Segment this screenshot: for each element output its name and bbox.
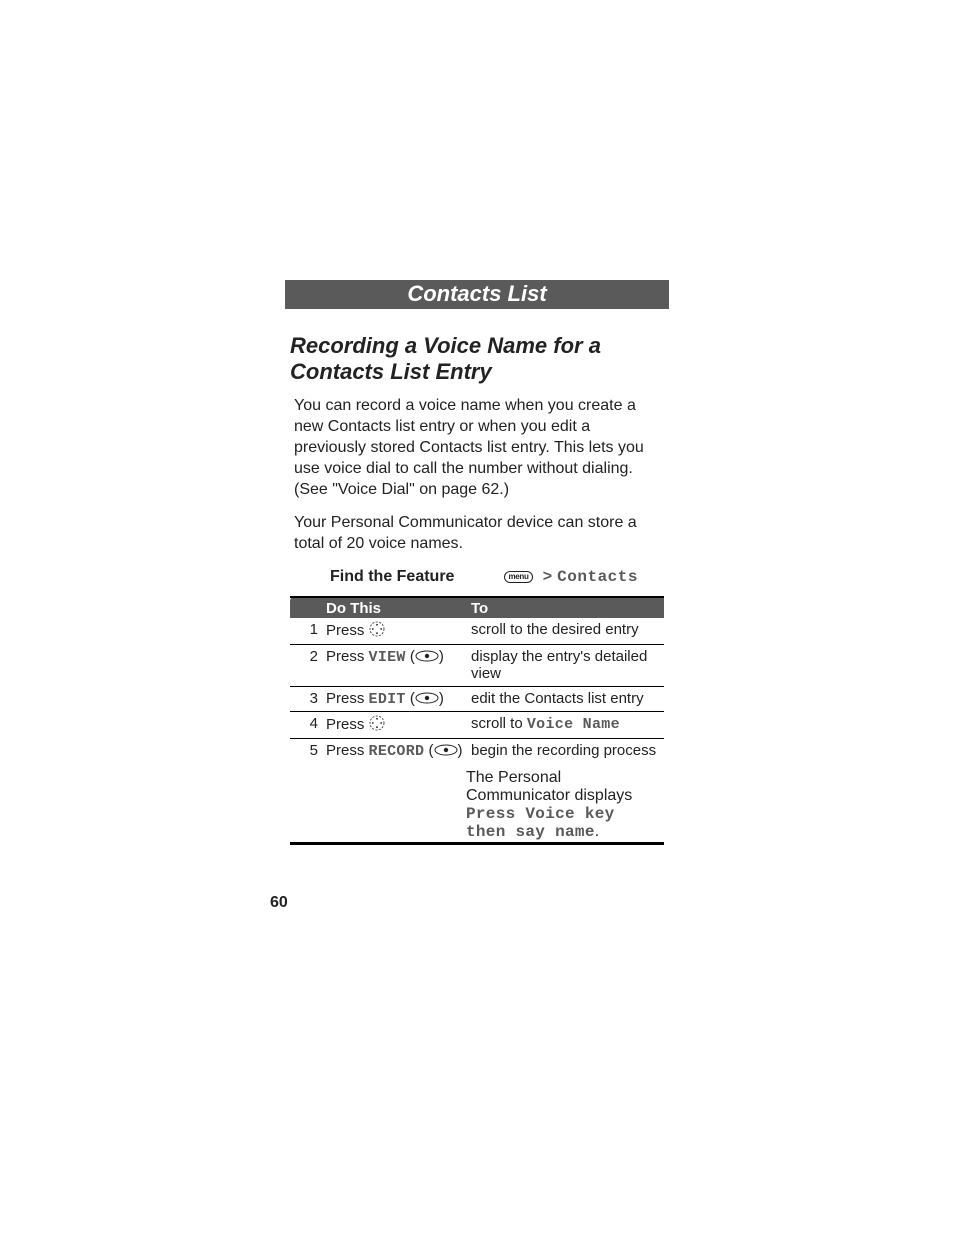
step-do: Press — [320, 618, 465, 645]
page-number: 60 — [270, 894, 288, 912]
manual-page: Contacts List Recording a Voice Name for… — [0, 0, 954, 1235]
step-to: scroll to the desired entry — [465, 618, 664, 645]
softkey-icon — [415, 691, 439, 708]
step-number: 1 — [290, 618, 320, 645]
scroll-icon — [369, 621, 385, 641]
step-do: Press RECORD ( ) — [320, 739, 465, 764]
table-row: 2 Press VIEW ( ) display the entry's det… — [290, 645, 664, 687]
step-to: display the entry's detailed view — [465, 645, 664, 687]
step-to-extra: The Personal Communicator displays Press… — [465, 763, 664, 844]
steps-table: Do This To 1 Press scroll to the desired… — [290, 596, 664, 845]
softkey-icon — [415, 649, 439, 666]
table-row: 3 Press EDIT ( ) edit the Contacts list … — [290, 687, 664, 712]
table-head-do: Do This — [320, 597, 465, 618]
intro-paragraph-2: Your Personal Communicator device can st… — [290, 512, 664, 554]
table-row-extra: The Personal Communicator displays Press… — [290, 763, 664, 844]
step-number: 5 — [290, 739, 320, 764]
page-heading: Recording a Voice Name for a Contacts Li… — [290, 333, 664, 385]
table-row: 5 Press RECORD ( ) begin the recording p… — [290, 739, 664, 764]
step-to: edit the Contacts list entry — [465, 687, 664, 712]
find-the-feature-row: Find the Feature menu > Contacts — [290, 568, 664, 586]
step-do: Press VIEW ( ) — [320, 645, 465, 687]
step-do: Press — [320, 712, 465, 739]
menu-key-icon: menu — [504, 571, 532, 583]
step-to: begin the recording process — [465, 739, 664, 764]
softkey-icon — [434, 743, 458, 760]
step-number: 3 — [290, 687, 320, 712]
table-row: 1 Press scroll to the desired entry — [290, 618, 664, 645]
step-number: 2 — [290, 645, 320, 687]
menu-path: > Contacts — [543, 568, 638, 586]
find-the-feature-label: Find the Feature — [330, 568, 454, 586]
section-title-bar: Contacts List — [285, 280, 669, 309]
intro-paragraph-1: You can record a voice name when you cre… — [290, 395, 664, 500]
step-do: Press EDIT ( ) — [320, 687, 465, 712]
scroll-icon — [369, 715, 385, 735]
table-head-blank — [290, 597, 320, 618]
step-to: scroll to Voice Name — [465, 712, 664, 739]
table-head-to: To — [465, 597, 664, 618]
table-row: 4 Press scroll to Voice Name — [290, 712, 664, 739]
step-number: 4 — [290, 712, 320, 739]
